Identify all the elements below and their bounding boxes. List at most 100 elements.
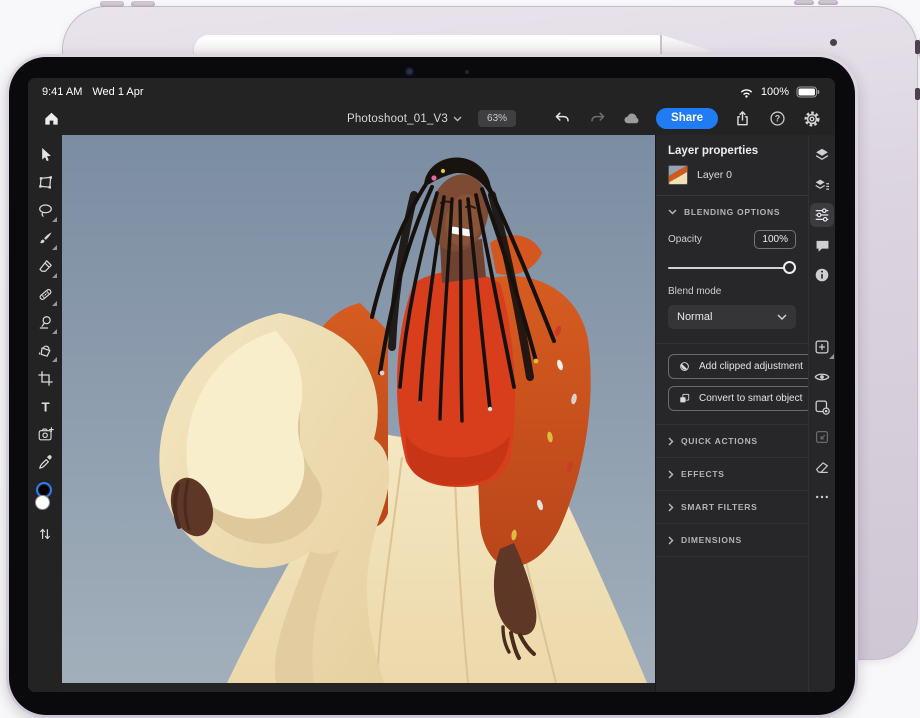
subtool-indicator <box>829 354 834 359</box>
svg-text:T: T <box>41 399 49 414</box>
battery-percent: 100% <box>761 86 789 98</box>
opacity-slider-track[interactable] <box>668 267 796 269</box>
volume-button <box>131 1 155 7</box>
right-rail <box>808 135 835 692</box>
subtool-indicator <box>52 245 57 250</box>
wifi-icon <box>739 81 755 103</box>
side-button <box>915 88 920 100</box>
eraser-tool[interactable] <box>32 252 58 280</box>
opacity-slider-thumb[interactable] <box>783 261 796 274</box>
side-button <box>915 40 920 54</box>
place-photo-tool[interactable] <box>32 420 58 448</box>
chevron-right-icon <box>668 470 674 479</box>
blend-mode-dropdown[interactable]: Normal <box>668 305 796 329</box>
photo-layer <box>62 135 655 683</box>
layer-actions: Add clipped adjustment Convert to smart … <box>656 343 808 425</box>
chevron-right-icon <box>668 536 674 545</box>
chevron-right-icon <box>668 503 674 512</box>
share-button[interactable]: Share <box>656 108 718 130</box>
eyedropper-tool[interactable] <box>32 448 58 476</box>
front-sensor <box>465 70 469 74</box>
dimensions-header[interactable]: DIMENSIONS <box>656 523 808 557</box>
layer-properties-panel: Layer properties Layer 0 BLENDING OPTION… <box>655 135 808 692</box>
clip-layer-icon[interactable] <box>810 425 834 449</box>
clipped-adjustment-icon <box>678 360 691 373</box>
settings-gear-icon[interactable] <box>801 108 823 130</box>
undo-icon[interactable] <box>551 108 573 130</box>
status-bar: 9:41 AM Wed 1 Apr 100% <box>28 78 835 102</box>
content: T <box>28 135 835 692</box>
add-layer-icon[interactable] <box>810 335 834 359</box>
redo-icon[interactable] <box>586 108 608 130</box>
comments-icon[interactable] <box>810 233 834 257</box>
move-tool[interactable] <box>32 140 58 168</box>
effects-header[interactable]: EFFECTS <box>656 457 808 490</box>
layers-icon[interactable] <box>810 143 834 167</box>
chevron-right-icon <box>668 437 674 446</box>
clear-icon[interactable] <box>810 455 834 479</box>
ipad-front: 9:41 AM Wed 1 Apr 100% <box>6 54 858 718</box>
subtool-indicator <box>52 357 57 362</box>
volume-button <box>100 1 124 7</box>
paint-bucket-tool[interactable] <box>32 336 58 364</box>
opacity-row: Opacity 100% <box>656 228 808 249</box>
chevron-down-icon <box>453 116 462 122</box>
layer-properties-icon[interactable] <box>810 173 834 197</box>
healing-brush-tool[interactable] <box>32 280 58 308</box>
adjustments-icon[interactable] <box>810 203 834 227</box>
lasso-tool[interactable] <box>32 196 58 224</box>
chevron-down-icon <box>668 209 677 215</box>
quick-actions-header[interactable]: QUICK ACTIONS <box>656 425 808 457</box>
blend-mode-block: Blend mode Normal <box>656 284 808 343</box>
home-icon[interactable] <box>40 108 62 130</box>
type-tool[interactable]: T <box>32 392 58 420</box>
status-date: Wed 1 Apr <box>92 86 143 98</box>
opacity-value-field[interactable]: 100% <box>754 230 796 249</box>
subtool-indicator <box>52 273 57 278</box>
blending-options-header[interactable]: BLENDING OPTIONS <box>656 196 808 228</box>
blend-mode-label: Blend mode <box>668 286 721 297</box>
panel-title: Layer properties <box>656 135 808 165</box>
background-color-swatch[interactable] <box>35 495 50 510</box>
help-icon[interactable]: ? <box>766 108 788 130</box>
layer-mask-icon[interactable] <box>810 395 834 419</box>
visibility-eye-icon[interactable] <box>810 365 834 389</box>
smart-object-icon <box>678 392 691 405</box>
status-time: 9:41 AM <box>42 86 82 98</box>
zoom-level-badge[interactable]: 63% <box>478 110 516 127</box>
clone-stamp-tool[interactable] <box>32 308 58 336</box>
chevron-down-icon <box>777 314 787 321</box>
convert-to-smart-object-button[interactable]: Convert to smart object <box>668 386 808 411</box>
transform-tool[interactable] <box>32 168 58 196</box>
crop-tool[interactable] <box>32 364 58 392</box>
opacity-slider[interactable] <box>668 261 796 274</box>
rear-microphone <box>830 39 837 46</box>
front-camera <box>405 67 414 76</box>
add-clipped-adjustment-button[interactable]: Add clipped adjustment <box>668 354 808 379</box>
more-ellipsis-icon[interactable] <box>810 485 834 509</box>
svg-text:?: ? <box>774 114 780 124</box>
color-swatches <box>33 482 57 516</box>
layer-thumbnail <box>668 165 688 185</box>
top-button <box>794 0 814 5</box>
info-icon[interactable] <box>810 263 834 287</box>
battery-icon <box>795 81 821 103</box>
subtool-indicator <box>52 301 57 306</box>
subtool-indicator <box>52 329 57 334</box>
cloud-sync-icon[interactable] <box>621 108 643 130</box>
canvas[interactable] <box>62 135 655 692</box>
top-button <box>818 0 838 5</box>
brush-tool[interactable] <box>32 224 58 252</box>
swap-colors-icon[interactable] <box>32 520 58 548</box>
opacity-label: Opacity <box>668 234 702 245</box>
smart-filters-header[interactable]: SMART FILTERS <box>656 490 808 523</box>
tool-bar: T <box>28 135 62 692</box>
subtool-indicator <box>52 217 57 222</box>
screen: 9:41 AM Wed 1 Apr 100% <box>28 78 835 692</box>
export-icon[interactable] <box>731 108 753 130</box>
top-toolbar: Photoshoot_01_V3 63% Share <box>28 102 835 135</box>
layer-row[interactable]: Layer 0 <box>656 165 808 196</box>
scene: 9:41 AM Wed 1 Apr 100% <box>0 0 920 718</box>
document-title[interactable]: Photoshoot_01_V3 <box>347 113 462 125</box>
layer-name: Layer 0 <box>697 169 732 181</box>
